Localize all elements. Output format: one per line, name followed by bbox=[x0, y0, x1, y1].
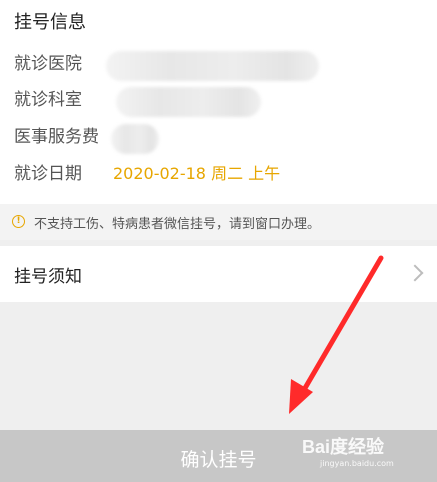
notice-bar: ! 不支持工伤、特病患者微信挂号，请到窗口办理。 bbox=[0, 204, 437, 240]
hospital-value-blurred bbox=[106, 51, 319, 81]
date-value: 2020-02-18 周二 上午 bbox=[113, 164, 281, 183]
guide-label: 挂号须知 bbox=[14, 267, 82, 287]
chevron-right-icon bbox=[406, 264, 424, 282]
department-value-blurred bbox=[116, 87, 261, 117]
hospital-label: 就诊医院 bbox=[14, 54, 82, 74]
notice-text: 不支持工伤、特病患者微信挂号，请到窗口办理。 bbox=[34, 217, 321, 232]
service-fee-label: 医事服务费 bbox=[14, 127, 99, 147]
section-title: 挂号信息 bbox=[14, 12, 86, 33]
warning-icon: ! bbox=[12, 215, 25, 228]
service-fee-value-blurred bbox=[111, 124, 159, 154]
registration-guide-row[interactable]: 挂号须知 bbox=[0, 246, 437, 302]
date-label: 就诊日期 bbox=[14, 164, 82, 184]
watermark-url: jingyan.baidu.com bbox=[320, 459, 394, 468]
registration-info-card: 挂号信息 就诊医院 就诊科室 医事服务费 就诊日期 2020-02-18 周二 … bbox=[0, 0, 437, 204]
watermark-logo: Bai度经验 bbox=[302, 437, 385, 457]
department-label: 就诊科室 bbox=[14, 90, 82, 110]
